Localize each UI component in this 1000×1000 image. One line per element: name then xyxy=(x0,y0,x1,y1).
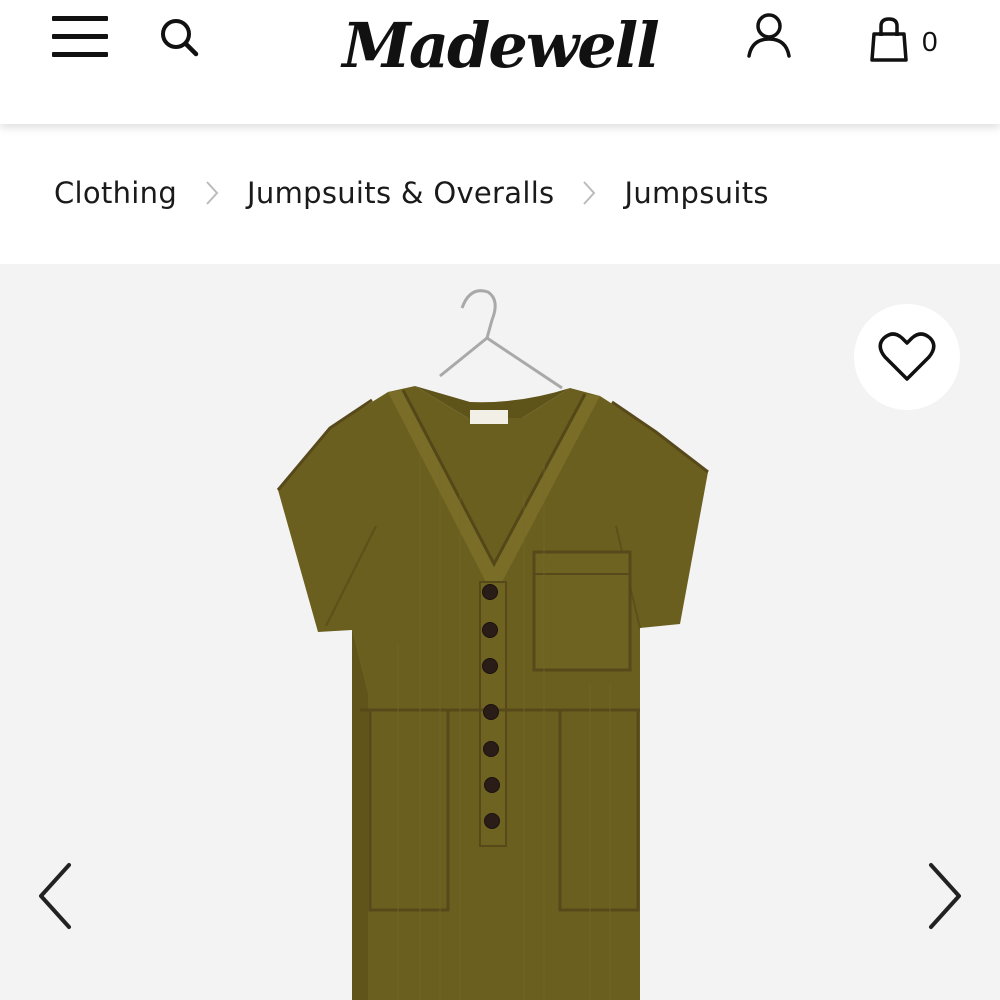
menu-bar xyxy=(52,34,108,39)
breadcrumb-item-jumpsuits[interactable]: Jumpsuits xyxy=(624,176,768,210)
chevron-right-icon xyxy=(929,863,961,929)
product-image-gallery[interactable] xyxy=(0,264,1000,1000)
bag-count[interactable]: 0 xyxy=(922,26,938,58)
breadcrumb-item-jumpsuits-overalls[interactable]: Jumpsuits & Overalls xyxy=(247,176,554,210)
shopping-bag-button[interactable] xyxy=(864,14,914,66)
chevron-left-icon xyxy=(39,863,71,929)
account-button[interactable] xyxy=(744,10,794,62)
breadcrumb-item-clothing[interactable]: Clothing xyxy=(54,176,177,210)
favorite-button[interactable] xyxy=(854,304,960,410)
brand-logo[interactable]: Madewell xyxy=(330,2,670,88)
product-image xyxy=(276,289,709,1000)
site-header: Madewell 0 xyxy=(0,0,1000,124)
menu-bar xyxy=(52,52,108,57)
hanger-graphic xyxy=(439,289,563,390)
search-icon xyxy=(161,19,199,57)
menu-button[interactable] xyxy=(52,14,108,62)
previous-image-button[interactable] xyxy=(30,858,80,934)
jumpsuit-graphic xyxy=(276,386,709,1000)
chevron-right-icon xyxy=(205,180,219,206)
menu-bar xyxy=(52,16,108,21)
chevron-right-icon xyxy=(582,180,596,206)
user-icon xyxy=(747,13,791,58)
breadcrumb: Clothing Jumpsuits & Overalls Jumpsuits xyxy=(54,170,769,216)
heart-outline-icon xyxy=(878,332,936,381)
next-image-button[interactable] xyxy=(920,858,970,934)
shopping-bag-icon xyxy=(870,17,908,62)
search-button[interactable] xyxy=(156,14,204,62)
